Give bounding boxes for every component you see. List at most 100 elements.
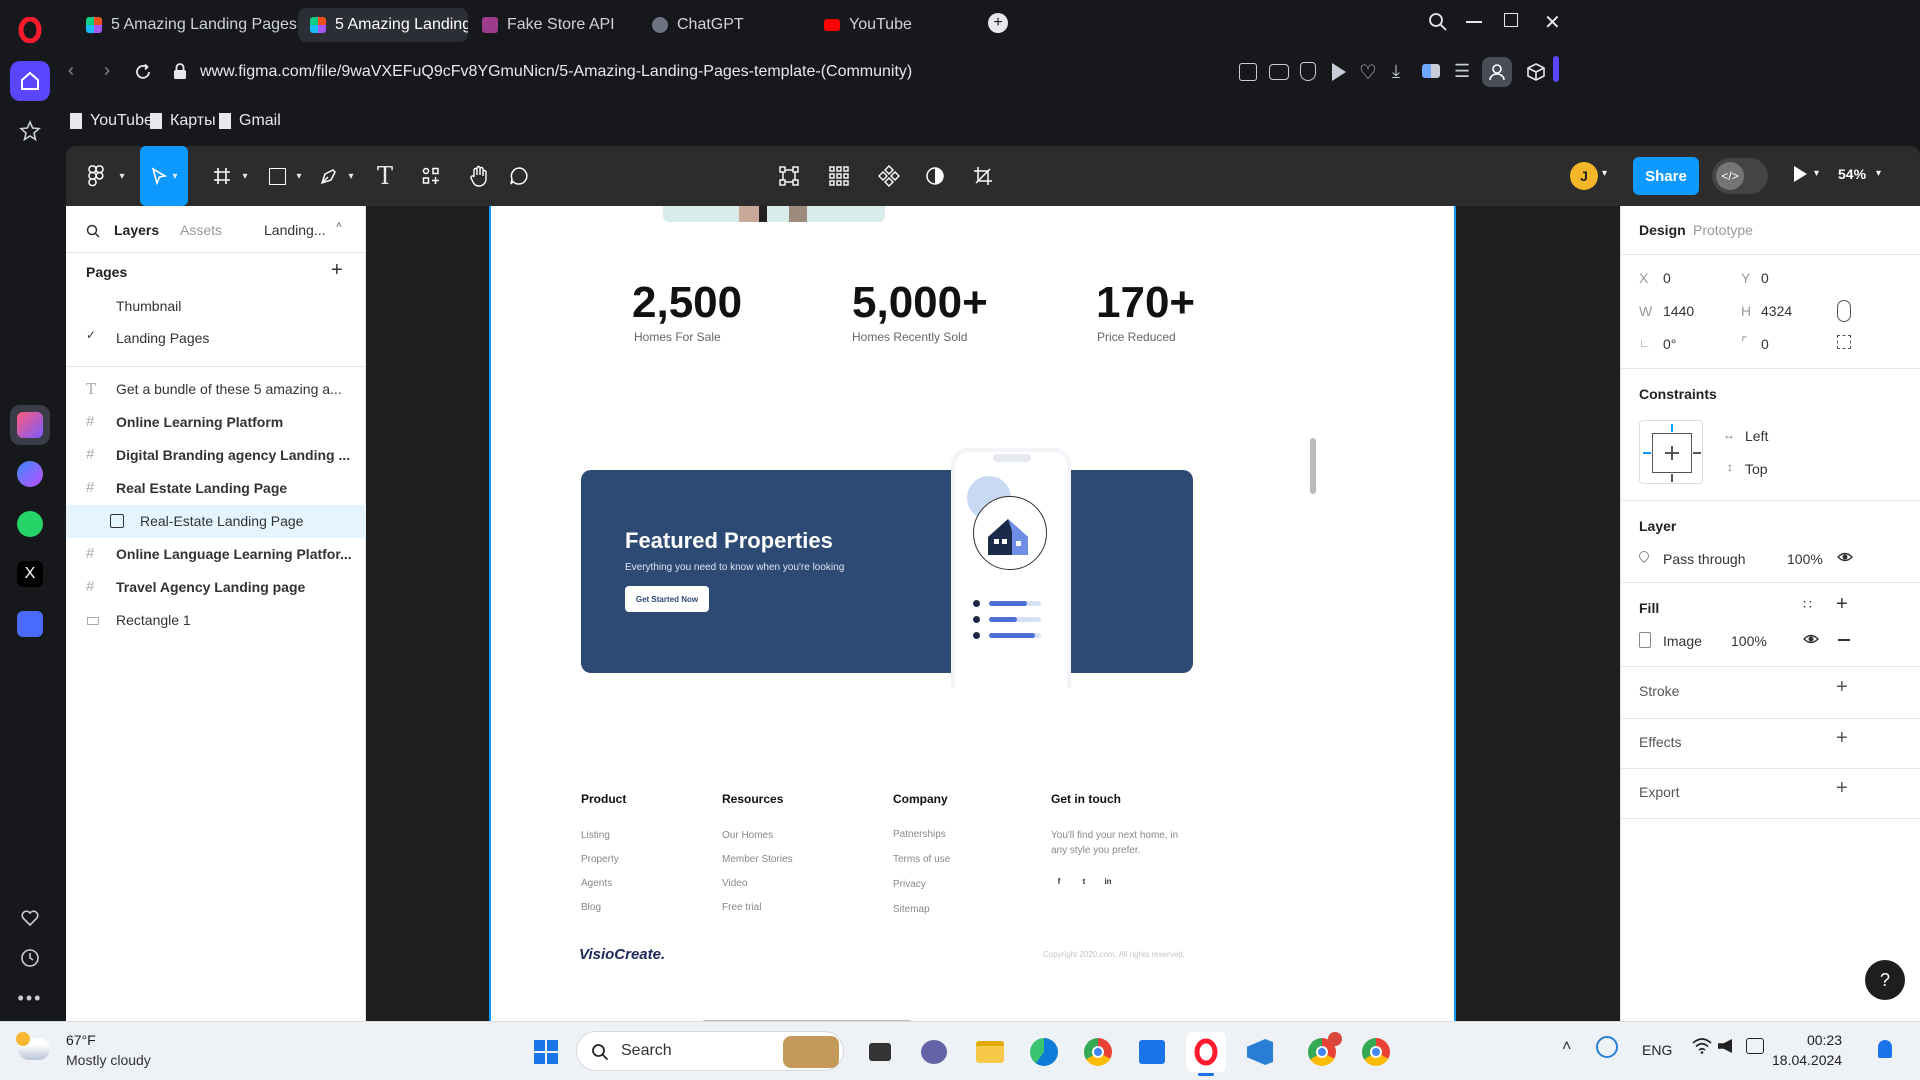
present-icon[interactable] xyxy=(1794,166,1807,182)
real-estate-landing-frame[interactable]: 2,500 Homes For Sale 5,000+ Homes Recent… xyxy=(489,206,1456,1021)
remove-fill-icon[interactable] xyxy=(1838,639,1850,641)
fill-opacity-input[interactable]: 100% xyxy=(1731,633,1767,649)
shield-icon[interactable] xyxy=(1300,62,1316,81)
grid-layout-icon[interactable] xyxy=(822,158,856,194)
tab-prototype[interactable]: Prototype xyxy=(1693,222,1753,238)
add-effect-icon[interactable]: + xyxy=(1836,727,1848,750)
task-view-icon[interactable] xyxy=(860,1032,900,1072)
pen-tool-icon[interactable] xyxy=(314,158,344,194)
rotation-input[interactable]: 0° xyxy=(1663,336,1676,352)
weather-temp[interactable]: 67°F xyxy=(66,1032,96,1048)
rectangle-tool-icon[interactable] xyxy=(262,158,292,194)
footer-link[interactable]: Listing xyxy=(581,830,610,841)
sync-icon[interactable] xyxy=(1596,1036,1618,1058)
clock-time[interactable]: 00:23 xyxy=(1784,1032,1842,1048)
tab-layers[interactable]: Layers xyxy=(114,222,159,238)
move-tool-button[interactable]: ▾ xyxy=(140,146,188,206)
footer-link[interactable]: Patnerships xyxy=(893,829,946,840)
twitter-icon[interactable]: t xyxy=(1076,874,1092,890)
chevron-down-icon[interactable]: ▾ xyxy=(114,158,130,194)
x-input[interactable]: 0 xyxy=(1663,270,1671,286)
add-stroke-icon[interactable]: + xyxy=(1836,676,1848,699)
home-icon[interactable] xyxy=(10,61,50,101)
x-twitter-icon[interactable]: X xyxy=(10,554,50,594)
aria-icon[interactable] xyxy=(10,405,50,445)
page-item-thumbnail[interactable]: Thumbnail xyxy=(116,298,346,314)
footer-link[interactable]: Member Stories xyxy=(722,854,793,865)
microsoft-store-icon[interactable] xyxy=(1132,1032,1172,1072)
image-fill-swatch-icon[interactable] xyxy=(1639,632,1651,648)
search-icon[interactable] xyxy=(86,224,100,238)
language-indicator[interactable]: ENG xyxy=(1642,1042,1672,1058)
independent-corners-icon[interactable] xyxy=(1837,335,1851,349)
layer-row[interactable]: # Online Learning Platform xyxy=(66,406,366,439)
tab-figma-2[interactable]: 5 Amazing Landing Pages xyxy=(298,8,468,42)
tab-fake-store[interactable]: Fake Store API xyxy=(470,8,640,42)
messenger-icon[interactable] xyxy=(10,454,50,494)
height-input[interactable]: 4324 xyxy=(1761,303,1792,319)
new-tab-button[interactable]: + xyxy=(988,13,1008,33)
opera-logo-icon[interactable] xyxy=(10,10,50,50)
clock-date[interactable]: 18.04.2024 xyxy=(1772,1052,1842,1068)
volume-icon[interactable] xyxy=(1718,1039,1732,1053)
vertical-scrollbar[interactable] xyxy=(1310,438,1316,494)
layer-opacity-input[interactable]: 100% xyxy=(1787,551,1823,567)
reload-icon[interactable] xyxy=(134,63,152,81)
weather-desc[interactable]: Mostly cloudy xyxy=(66,1052,151,1068)
transform-icon[interactable] xyxy=(772,158,806,194)
hand-tool-icon[interactable] xyxy=(462,158,496,194)
chevron-down-icon[interactable]: ▾ xyxy=(292,158,306,194)
tab-chatgpt[interactable]: ChatGPT xyxy=(640,8,810,42)
snapshot-edit-icon[interactable] xyxy=(1239,63,1257,81)
tab-assets[interactable]: Assets xyxy=(180,222,222,238)
linkedin-icon[interactable]: in xyxy=(1100,874,1116,890)
facebook-icon[interactable]: f xyxy=(1051,874,1067,890)
star-icon[interactable] xyxy=(10,111,50,151)
teams-chat-icon[interactable] xyxy=(914,1032,954,1072)
canvas[interactable]: 2,500 Homes For Sale 5,000+ Homes Recent… xyxy=(366,206,1620,1021)
resources-tool-icon[interactable] xyxy=(414,158,448,194)
easy-setup-icon[interactable]: ☰ xyxy=(1454,61,1470,82)
y-input[interactable]: 0 xyxy=(1761,270,1769,286)
add-page-icon[interactable]: + xyxy=(331,259,343,282)
constraints-widget[interactable] xyxy=(1639,420,1703,484)
eye-icon[interactable] xyxy=(1803,631,1819,647)
edge-icon[interactable] xyxy=(1024,1032,1064,1072)
chevron-down-icon[interactable]: ▾ xyxy=(1602,168,1607,179)
layer-row[interactable]: # Digital Branding agency Landing ... xyxy=(66,439,366,472)
footer-link[interactable]: Privacy xyxy=(893,879,926,890)
flow-send-icon[interactable] xyxy=(1332,63,1346,81)
heart-icon[interactable]: ♡ xyxy=(1359,60,1377,85)
chrome-profile-icon[interactable] xyxy=(1302,1032,1342,1072)
bookmark-youtube[interactable]: YouTube xyxy=(70,112,153,130)
chevron-up-icon[interactable]: ˄ xyxy=(1562,1038,1571,1056)
extensions-box-icon[interactable] xyxy=(1526,62,1546,82)
chevron-down-icon[interactable]: ▾ xyxy=(1876,168,1881,179)
file-explorer-icon[interactable] xyxy=(970,1032,1010,1072)
footer-link[interactable]: Free trial xyxy=(722,902,761,913)
width-input[interactable]: 1440 xyxy=(1663,303,1694,319)
heart-icon[interactable] xyxy=(10,898,50,938)
frame-tool-icon[interactable] xyxy=(204,158,240,194)
tab-youtube[interactable]: YouTube xyxy=(812,8,982,42)
chrome-icon[interactable] xyxy=(1356,1032,1396,1072)
layer-row[interactable]: # Real Estate Landing Page xyxy=(66,472,366,505)
figma-main-menu-icon[interactable] xyxy=(78,158,114,194)
footer-link[interactable]: Our Homes xyxy=(722,830,773,841)
comment-tool-icon[interactable] xyxy=(502,158,536,194)
windows-start-icon[interactable] xyxy=(526,1032,566,1072)
vscode-icon[interactable] xyxy=(1240,1032,1280,1072)
fill-type[interactable]: Image xyxy=(1663,633,1702,649)
wifi-icon[interactable] xyxy=(1692,1038,1712,1054)
whatsapp-icon[interactable] xyxy=(10,504,50,544)
download-icon[interactable]: ⤓ xyxy=(1392,61,1400,82)
page-item-landing-pages[interactable]: Landing Pages xyxy=(116,330,346,346)
minimize-icon[interactable] xyxy=(1466,21,1482,23)
blend-mode-select[interactable]: Pass through xyxy=(1663,551,1746,567)
chevron-down-icon[interactable]: ▾ xyxy=(238,158,252,194)
battery-saver-icon[interactable] xyxy=(1422,64,1440,78)
component-icon[interactable] xyxy=(872,158,906,194)
dev-mode-toggle[interactable]: </> xyxy=(1712,158,1768,194)
music-player-icon[interactable] xyxy=(10,604,50,644)
sidebar-handle[interactable] xyxy=(1553,56,1559,82)
